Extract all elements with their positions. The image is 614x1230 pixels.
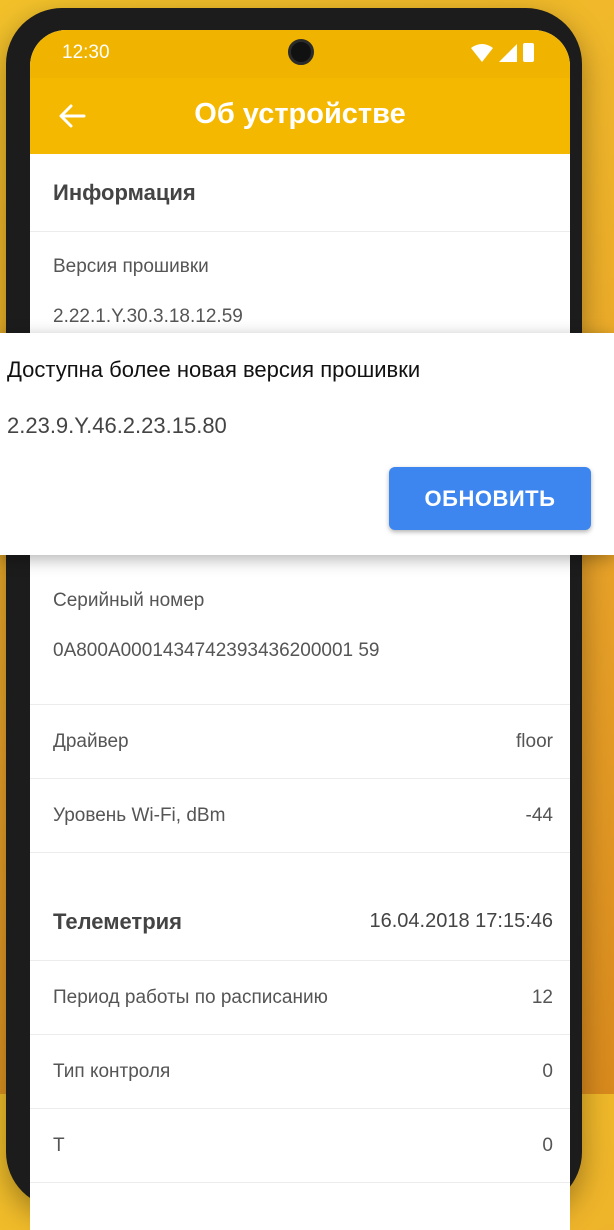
wifi-label: Уровень Wi-Fi, dBm [53, 804, 226, 826]
firmware-value: 2.22.1.Y.30.3.18.12.59 [53, 306, 243, 327]
telemetry-timestamp: 16.04.2018 17:15:46 [369, 910, 553, 932]
section-info-header: Информация [30, 154, 570, 232]
firmware-row: Версия прошивки 2.22.1.Y.30.3.18.12.59 [30, 232, 570, 327]
control-type-label: Тип контроля [53, 1060, 171, 1082]
section-telemetry-title: Телеметрия [53, 908, 183, 934]
update-title: Доступна более новая версия прошивки [7, 357, 421, 382]
status-bar: 12:30 [30, 30, 570, 78]
wifi-value: -44 [525, 804, 553, 826]
control-type-row: Тип контроля 0 [30, 1035, 570, 1109]
wifi-icon [471, 43, 493, 62]
serial-value: 0A800A0001434742393436200001 59 [53, 640, 380, 661]
partial-row: Т 0 [30, 1109, 570, 1183]
driver-label: Драйвер [53, 730, 129, 752]
update-button[interactable]: ОБНОВИТЬ [389, 467, 591, 530]
serial-row: Серийный номер 0A800A0001434742393436200… [30, 590, 570, 705]
wifi-row: Уровень Wi-Fi, dBm -44 [30, 779, 570, 853]
control-type-value: 0 [542, 1060, 553, 1082]
camera-icon [288, 39, 314, 65]
serial-label: Серийный номер [53, 590, 205, 611]
battery-icon [523, 43, 534, 62]
page-title: Об устройстве [194, 98, 406, 130]
partial-value: 0 [542, 1134, 553, 1156]
phone-frame: 12:30 Об устройстве Информация Версия пр… [6, 8, 582, 1230]
driver-value: floor [516, 730, 553, 752]
update-version: 2.23.9.Y.46.2.23.15.80 [7, 413, 227, 438]
schedule-label: Период работы по расписанию [53, 986, 328, 1008]
schedule-row: Период работы по расписанию 12 [30, 961, 570, 1035]
app-bar: Об устройстве [30, 78, 570, 154]
driver-row: Драйвер floor [30, 705, 570, 779]
firmware-label: Версия прошивки [53, 256, 209, 277]
section-telemetry-header: Телеметрия 16.04.2018 17:15:46 [30, 853, 570, 961]
update-available-card: Доступна более новая версия прошивки 2.2… [0, 333, 614, 555]
status-time: 12:30 [62, 42, 110, 63]
device-info-list: Информация Версия прошивки 2.22.1.Y.30.3… [30, 154, 570, 1183]
section-info-title: Информация [53, 179, 196, 205]
status-icons [471, 43, 534, 62]
signal-icon [499, 43, 517, 62]
partial-label: Т [53, 1134, 65, 1156]
schedule-value: 12 [531, 986, 553, 1008]
device-screen: 12:30 Об устройстве Информация Версия пр… [30, 30, 570, 1230]
